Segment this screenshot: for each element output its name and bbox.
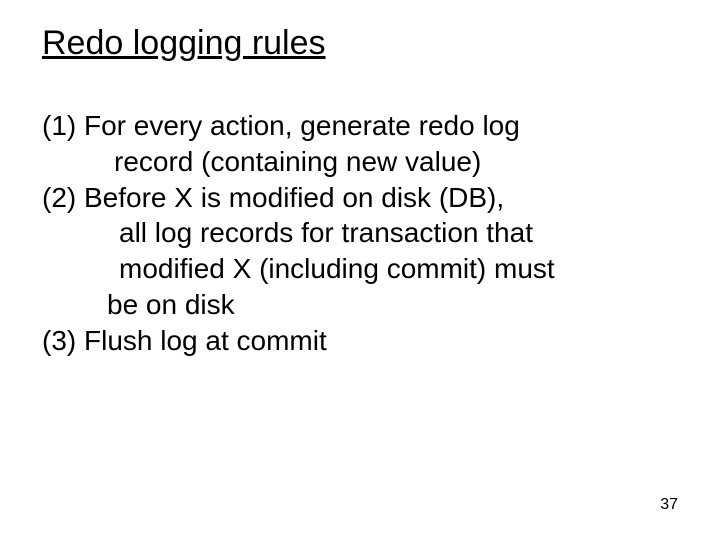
rule-2-marker: (2)	[42, 182, 84, 213]
rule-3-text-1: Flush log at commit	[84, 325, 327, 356]
rule-3-marker: (3)	[42, 325, 84, 356]
rule-2-line-2: all log records for transaction that	[42, 215, 662, 251]
page-number: 37	[660, 496, 678, 514]
rule-1-line-1: (1) For every action, generate redo log	[42, 108, 662, 144]
rule-1-text-1: For every action, generate redo log	[84, 110, 520, 141]
rule-1-line-2: record (containing new value)	[42, 144, 662, 180]
rule-3-line-1: (3) Flush log at commit	[42, 323, 662, 359]
rule-2-line-1: (2) Before X is modified on disk (DB),	[42, 180, 662, 216]
slide: Redo logging rules (1) For every action,…	[0, 0, 720, 540]
slide-title: Redo logging rules	[42, 24, 326, 63]
slide-body: (1) For every action, generate redo log …	[42, 108, 662, 359]
rule-1-marker: (1)	[42, 110, 84, 141]
rule-2-line-4: be on disk	[42, 287, 662, 323]
rule-2-line-3: modified X (including commit) must	[42, 251, 662, 287]
rule-2-text-1: Before X is modified on disk (DB),	[84, 182, 504, 213]
